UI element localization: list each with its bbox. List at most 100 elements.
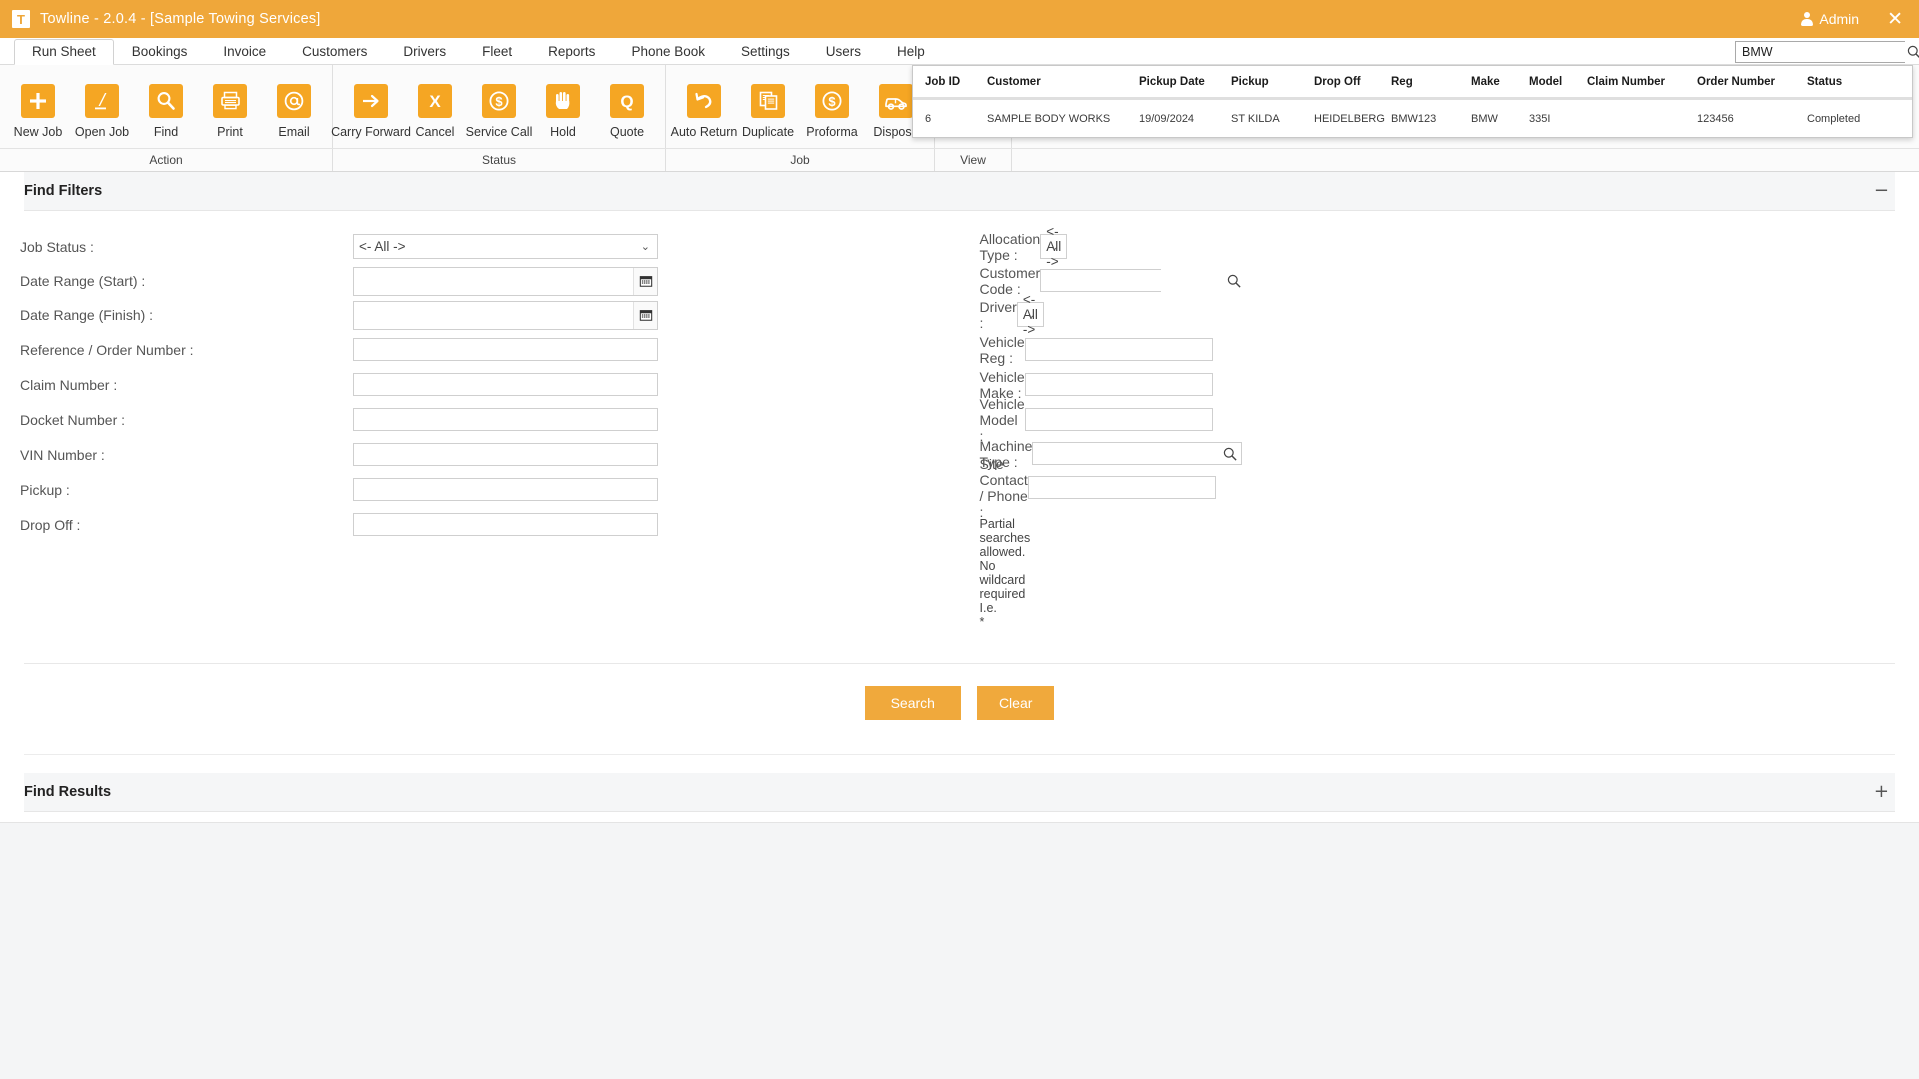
car-icon xyxy=(879,84,913,118)
find-filters-header: Find Filters − xyxy=(24,172,1895,211)
background-filler xyxy=(0,822,1919,1079)
magnifier-icon xyxy=(149,84,183,118)
page-title: Find Filters xyxy=(24,183,102,199)
menu-item-run-sheet[interactable]: Run Sheet xyxy=(14,39,114,65)
filter-label-allocation-type: Allocation Type : xyxy=(980,231,1041,263)
printer-icon xyxy=(213,84,247,118)
dollar-circle-icon: $ xyxy=(815,84,849,118)
column-header-reg: Reg xyxy=(1391,76,1471,88)
date-input-date-range-(start)[interactable] xyxy=(354,268,633,295)
ribbon-button-label: Quote xyxy=(610,125,644,139)
ribbon-group-label-view: View xyxy=(935,149,1012,171)
date-field-date-range-(finish)[interactable] xyxy=(353,301,658,330)
lookup-field-machine-type[interactable] xyxy=(1032,442,1242,465)
ribbon-group-job: Auto ReturnDuplicate$ProformaDispose xyxy=(666,65,935,148)
ribbon-button-label: Duplicate xyxy=(742,125,794,139)
column-header-order-number: Order Number xyxy=(1697,76,1807,88)
lookup-input-machine-type[interactable] xyxy=(1033,443,1219,464)
arrow-right-icon xyxy=(354,84,388,118)
collapse-toggle-find-filters[interactable]: − xyxy=(1874,182,1889,200)
menu-item-phone-book[interactable]: Phone Book xyxy=(613,39,723,64)
partial-search-hint: Partial searches allowed. No wildcard re… xyxy=(980,517,988,629)
menu-item-settings[interactable]: Settings xyxy=(723,39,808,64)
ribbon-button-label: Cancel xyxy=(416,125,455,139)
user-account-button[interactable]: Admin xyxy=(1800,11,1859,27)
cell-drop-off: HEIDELBERG xyxy=(1314,113,1391,125)
window-title: Towline - 2.0.4 - [Sample Towing Service… xyxy=(40,11,321,27)
cell-pickup: ST KILDA xyxy=(1231,113,1314,125)
filter-row-site-contact-phone: Site Contact / Phone : xyxy=(980,470,988,505)
cell-order-number: 123456 xyxy=(1697,113,1807,125)
menu-item-help[interactable]: Help xyxy=(879,39,943,64)
menu-item-invoice[interactable]: Invoice xyxy=(205,39,284,64)
ribbon-button-new-job[interactable]: New Job xyxy=(6,75,70,139)
column-header-model: Model xyxy=(1529,76,1587,88)
search-input[interactable] xyxy=(1736,42,1907,62)
search-results-header: Job ID Customer Pickup Date Pickup Drop … xyxy=(913,66,1912,100)
app-logo-icon: T xyxy=(12,10,30,28)
calendar-icon[interactable] xyxy=(633,302,657,329)
menu-item-users[interactable]: Users xyxy=(808,39,879,64)
column-header-drop-off: Drop Off xyxy=(1314,76,1391,88)
search-button[interactable]: Search xyxy=(865,686,961,720)
select-allocation-type[interactable]: <- All ->⌄ xyxy=(1040,234,1067,259)
user-name-label: Admin xyxy=(1819,11,1859,27)
cell-model: 335I xyxy=(1529,113,1587,125)
chevron-down-icon: ⌄ xyxy=(1050,240,1059,253)
search-icon[interactable] xyxy=(1227,274,1241,288)
lookup-field-customer-code[interactable] xyxy=(1040,269,1161,292)
ribbon-button-cancel[interactable]: XCancel xyxy=(403,75,467,139)
table-row[interactable]: 6 SAMPLE BODY WORKS 19/09/2024 ST KILDA … xyxy=(913,100,1912,137)
filter-label-driver: Driver : xyxy=(980,299,1017,331)
at-sign-icon xyxy=(277,84,311,118)
menu-item-drivers[interactable]: Drivers xyxy=(385,39,464,64)
svg-text:Q: Q xyxy=(620,92,633,111)
expand-toggle-find-results[interactable]: + xyxy=(1874,783,1889,801)
cell-status: Completed xyxy=(1807,113,1907,125)
calendar-icon[interactable] xyxy=(633,268,657,295)
ribbon-group-label-action: Action xyxy=(0,149,333,171)
date-field-date-range-(start)[interactable] xyxy=(353,267,658,296)
ribbon-toolbar: New Job Open Job Find PrintEmailCarry Forwa… xyxy=(0,65,1919,172)
date-input-date-range-(finish)[interactable] xyxy=(354,302,633,329)
menu-item-reports[interactable]: Reports xyxy=(530,39,613,64)
search-icon[interactable] xyxy=(1219,447,1241,461)
main-menu-bar: Run SheetBookingsInvoiceCustomersDrivers… xyxy=(0,38,1919,65)
ribbon-button-open-job[interactable]: Open Job xyxy=(70,75,134,139)
menu-item-bookings[interactable]: Bookings xyxy=(114,39,206,64)
ribbon-button-duplicate[interactable]: Duplicate xyxy=(736,75,800,139)
global-search[interactable] xyxy=(1735,41,1905,63)
close-window-button[interactable]: ✕ xyxy=(1887,10,1903,29)
lookup-input-customer-code[interactable] xyxy=(1041,270,1227,291)
select-job-status[interactable]: <- All ->⌄ xyxy=(353,234,658,259)
filter-label-vehicle-model: Vehicle Model : xyxy=(980,396,1025,444)
menu-item-customers[interactable]: Customers xyxy=(284,39,385,64)
ribbon-button-print[interactable]: Print xyxy=(198,75,262,139)
clear-button[interactable]: Clear xyxy=(977,686,1054,720)
input-site-contact-phone[interactable] xyxy=(1028,476,1216,499)
ribbon-button-hold[interactable]: Hold xyxy=(531,75,595,139)
ribbon-button-find[interactable]: Find xyxy=(134,75,198,139)
ribbon-button-label: Find xyxy=(154,125,178,139)
ribbon-button-auto-return[interactable]: Auto Return xyxy=(672,75,736,139)
ribbon-group-label-status: Status xyxy=(333,149,666,171)
select-driver[interactable]: <- All ->⌄ xyxy=(1017,302,1044,327)
plus-icon xyxy=(21,84,55,118)
input-vehicle-make[interactable] xyxy=(1025,373,1213,396)
ribbon-button-proforma[interactable]: $Proforma xyxy=(800,75,864,139)
ribbon-button-quote[interactable]: Q Quote xyxy=(595,75,659,139)
ribbon-group-label-job: Job xyxy=(666,149,935,171)
user-icon xyxy=(1800,12,1813,26)
filter-actions: Search Clear xyxy=(0,664,1919,720)
ribbon-button-label: Service Call xyxy=(466,125,533,139)
chevron-down-icon: ⌄ xyxy=(641,240,650,253)
column-header-pickup-date: Pickup Date xyxy=(1139,76,1231,88)
ribbon-button-label: Open Job xyxy=(75,125,129,139)
search-icon[interactable] xyxy=(1907,42,1919,62)
input-vehicle-model[interactable] xyxy=(1025,408,1213,431)
menu-item-fleet[interactable]: Fleet xyxy=(464,39,530,64)
ribbon-button-email[interactable]: Email xyxy=(262,75,326,139)
ribbon-button-carry-forward[interactable]: Carry Forward xyxy=(339,75,403,139)
ribbon-button-service-call[interactable]: $Service Call xyxy=(467,75,531,139)
input-vehicle-reg[interactable] xyxy=(1025,338,1213,361)
